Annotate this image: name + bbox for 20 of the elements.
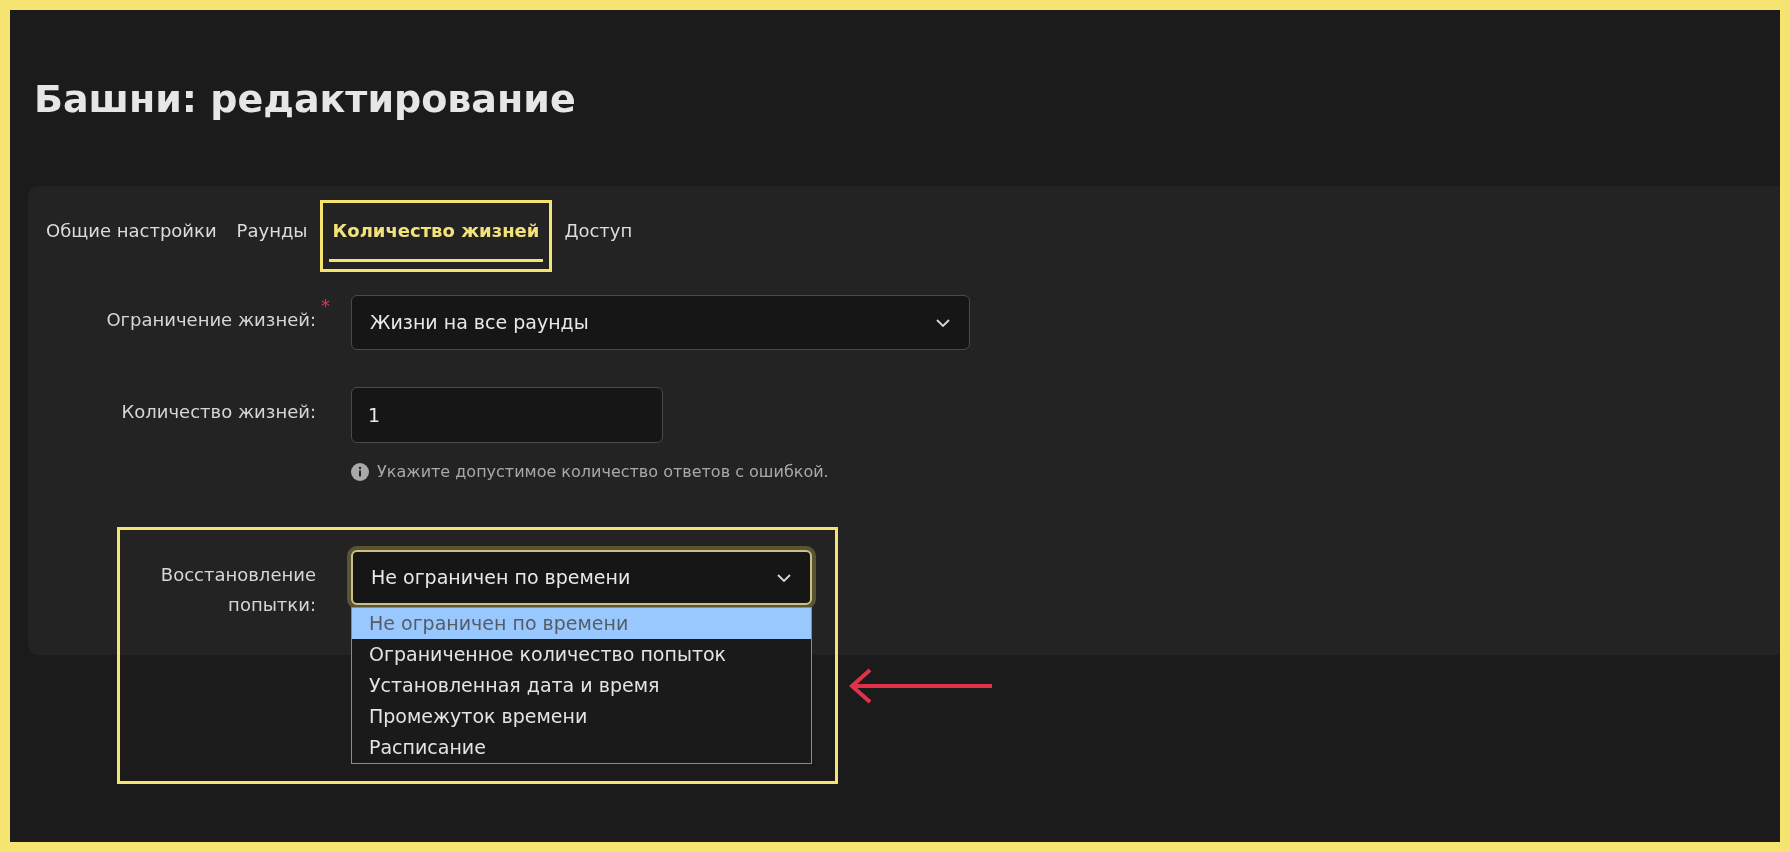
tab[interactable]: Доступ (560, 217, 637, 244)
field-label: Ограничение жизней: (106, 308, 316, 332)
required-mark: * (321, 297, 330, 315)
dropdown-option[interactable]: Ограниченное количество попыток (352, 639, 811, 670)
field-hint: Укажите допустимое количество ответов с ошибкой. (377, 461, 829, 483)
page-title: Башни: редактирование (34, 76, 576, 122)
dropdown-option[interactable]: Расписание (352, 732, 811, 763)
tab[interactable]: Общие настройки (42, 217, 221, 244)
chevron-down-icon (935, 317, 951, 328)
dropdown-option[interactable]: Установленная дата и время (352, 670, 811, 701)
lives-input[interactable]: 1 (351, 387, 663, 443)
dropdown-option[interactable]: Промежуток времени (352, 701, 811, 732)
dropdown-option[interactable]: Не ограничен по времени (352, 608, 811, 639)
tab[interactable]: Количество жизней (328, 217, 544, 262)
info-icon (351, 463, 369, 481)
select-field[interactable]: Жизни на все раунды (351, 295, 970, 350)
field-label: Восстановление попытки: (159, 563, 316, 617)
field-label: Количество жизней: (121, 400, 316, 424)
tab[interactable]: Раунды (232, 217, 312, 244)
chevron-down-icon (776, 572, 792, 583)
